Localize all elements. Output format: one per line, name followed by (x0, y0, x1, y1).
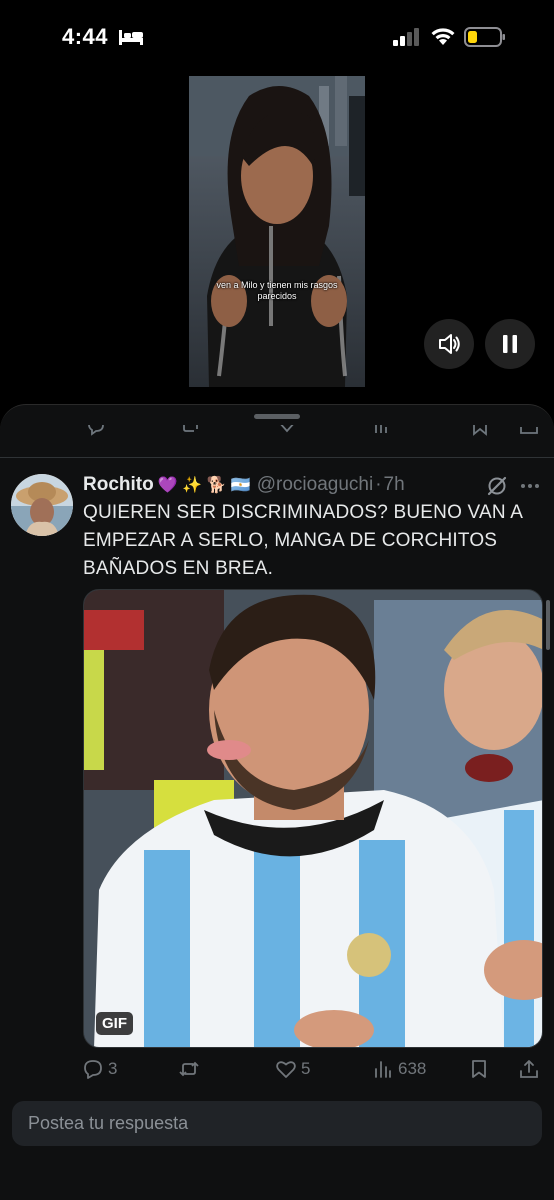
gif-image (84, 590, 542, 1047)
reply-count: 3 (108, 1059, 118, 1078)
views-count: 638 (398, 1059, 427, 1078)
repost-button[interactable] (178, 1058, 204, 1080)
display-name[interactable]: Rochito (83, 474, 154, 496)
views-button[interactable]: 638 (372, 1058, 426, 1080)
tweet-media-gif[interactable]: GIF (83, 589, 543, 1048)
more-options-icon[interactable] (518, 476, 542, 496)
user-handle[interactable]: @rocioaguchi (257, 474, 373, 496)
separator: · (375, 474, 382, 495)
reply-composer (12, 1101, 542, 1146)
avatar-image (11, 474, 73, 536)
views-icon (375, 1061, 391, 1078)
repost-icon (179, 1061, 199, 1077)
gif-badge: GIF (96, 1012, 133, 1035)
sheet-grabber[interactable] (254, 414, 300, 419)
bookmark-icon-faded (473, 425, 487, 436)
share-icon-faded (520, 427, 538, 434)
video-player[interactable]: ven a Milo y tienen mis rasgos parecidos (189, 76, 365, 387)
volume-button[interactable] (424, 319, 474, 369)
reply-button[interactable]: 3 (82, 1058, 117, 1080)
tweet-time[interactable]: 7h (384, 474, 405, 496)
bed-icon (119, 30, 143, 45)
wifi-icon (431, 28, 455, 45)
speaker-icon (439, 334, 460, 354)
bookmark-button[interactable] (468, 1058, 494, 1080)
tweet-actions: 3 5 638 (82, 1058, 544, 1086)
reply-icon-faded (88, 425, 104, 436)
views-icon-faded (375, 425, 387, 433)
battery-icon (464, 27, 505, 47)
status-time: 4:44 (62, 24, 109, 49)
video-caption: ven a Milo y tienen mis rasgos parecidos (216, 280, 338, 301)
like-icon-faded (280, 425, 294, 433)
reply-input[interactable] (12, 1101, 542, 1146)
video-frame-image (189, 76, 365, 387)
scrollbar[interactable] (546, 600, 550, 650)
cellular-signal-icon (393, 28, 419, 46)
like-count: 5 (301, 1059, 311, 1078)
name-emojis: 💜 ✨ 🐕 🇦🇷 (157, 477, 251, 494)
divider (0, 457, 554, 458)
repost-icon-faded (183, 425, 198, 432)
reply-icon (84, 1060, 102, 1079)
avatar[interactable] (11, 474, 73, 536)
bookmark-icon (472, 1060, 486, 1078)
tweet-text: QUIEREN SER DISCRIMINADOS? BUENO VAN A E… (83, 502, 523, 579)
tweet-header: Rochito 💜 ✨ 🐕 🇦🇷 @rocioaguchi · 7h (83, 472, 405, 498)
grok-icon[interactable] (486, 475, 508, 497)
pause-icon (503, 335, 517, 353)
share-icon (520, 1060, 538, 1078)
pause-button[interactable] (485, 319, 535, 369)
share-button[interactable] (518, 1058, 544, 1080)
like-button[interactable]: 5 (275, 1058, 310, 1080)
previous-post-actions (0, 425, 554, 443)
heart-icon (276, 1061, 296, 1078)
status-bar: 4:44 (0, 0, 554, 74)
